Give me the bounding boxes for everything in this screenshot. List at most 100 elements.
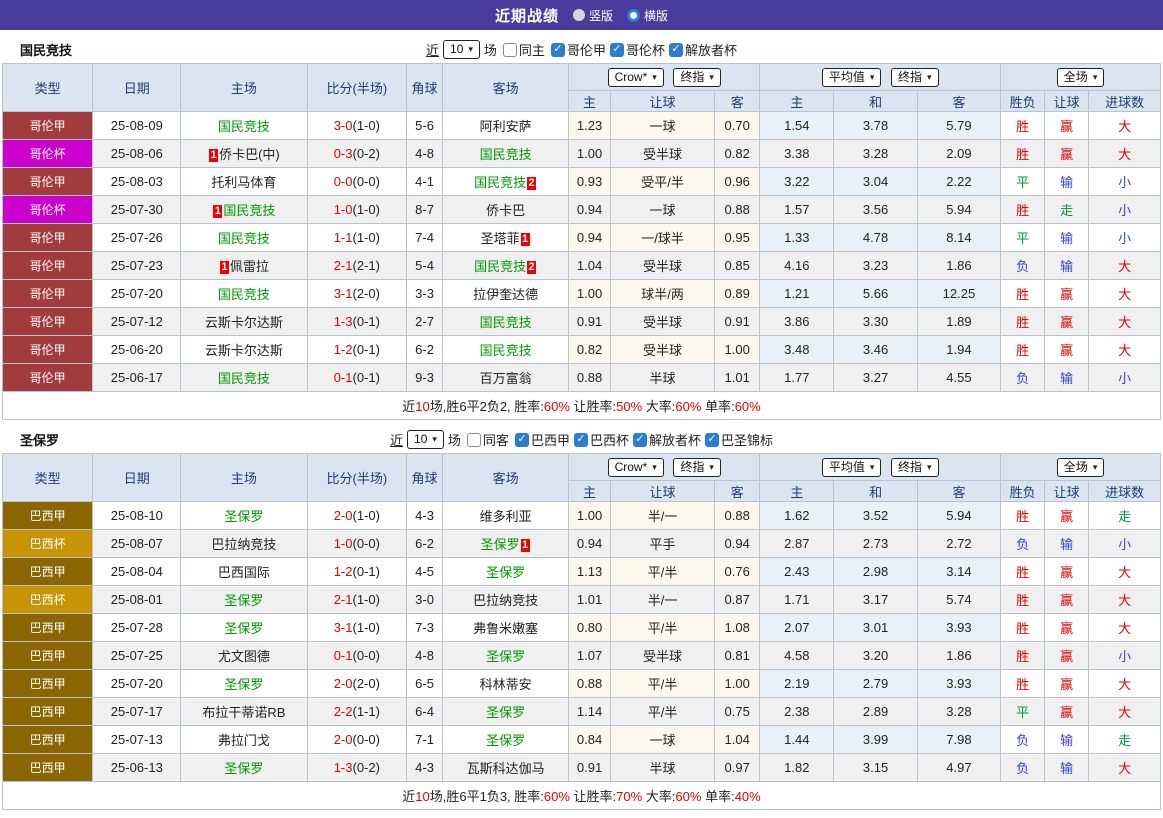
away-team: 国民竞技	[441, 139, 570, 168]
corners: 4-8	[406, 139, 443, 168]
league-checkbox[interactable]: ✓ 解放者杯	[632, 430, 701, 449]
score: 2-0(2-0)	[306, 669, 408, 698]
near-link[interactable]: 近	[426, 40, 439, 59]
radio-icon-vertical[interactable]	[572, 9, 585, 21]
header-group-row: 类型 日期 主场 比分(半场) 角球 客场 Crow* ▾ 终指 ▾ 平均值 ▾ 终指…	[1, 453, 1161, 502]
result-handicap: 输	[1044, 529, 1090, 558]
checkbox-checked-icon[interactable]: ✓	[550, 42, 565, 57]
corners: 3-3	[406, 279, 443, 308]
result-handicap: 赢	[1044, 139, 1090, 168]
section-filterbar: 圣保罗 近 10 ▾ 场 同客 ✓ 巴西甲 ✓ 巴西杯 ✓ 解放者杯 ✓ 巴圣锦标	[0, 426, 1163, 453]
odds-handicap: 半/一	[609, 585, 716, 614]
same-venue-checkbox[interactable]: 同客	[466, 430, 509, 449]
team-label: 百万富翁	[479, 371, 532, 386]
avg-draw: 2.98	[833, 557, 918, 586]
col-date: 日期	[92, 453, 182, 502]
team-label: 圣保罗	[486, 705, 526, 720]
result-winlose: 胜	[1000, 613, 1046, 642]
odds-away: 0.89	[714, 279, 761, 308]
col-avg-draw: 和	[833, 90, 918, 112]
away-team: 科林蒂安	[441, 669, 570, 698]
match-count-select[interactable]: 10 ▾	[443, 40, 480, 59]
same-venue-checkbox[interactable]: 同主	[502, 40, 545, 59]
col-goals: 进球数	[1088, 90, 1161, 112]
col-odds-away: 客	[714, 480, 761, 502]
team-label: 国民竞技	[479, 343, 532, 358]
odds-away: 1.00	[714, 669, 761, 698]
bookmaker-select[interactable]: Crow* ▾	[607, 67, 664, 87]
col-avg-away: 客	[916, 480, 1002, 502]
col-odds-home: 主	[568, 90, 611, 112]
col-corner: 角球	[406, 453, 443, 502]
avg-home: 1.21	[759, 279, 835, 308]
team-label: 圣保罗	[224, 509, 264, 524]
result-goals: 大	[1088, 251, 1161, 280]
final-average-select[interactable]: 终指 ▾	[891, 67, 939, 87]
table-row: 巴西甲 25-07-25 尤文图德 0-1(0-0) 4-8 圣保罗 1.07 …	[1, 641, 1161, 670]
odds-away: 0.94	[714, 529, 761, 558]
result-handicap: 赢	[1044, 111, 1090, 140]
final-average-select[interactable]: 终指 ▾	[891, 457, 939, 477]
league-checkbox[interactable]: ✓ 巴西甲	[514, 430, 570, 449]
checkbox-checked-icon[interactable]: ✓	[514, 432, 529, 447]
col-goals: 进球数	[1088, 480, 1161, 502]
home-team: 圣保罗	[180, 585, 308, 614]
chevron-down-icon: ▾	[869, 461, 875, 472]
checkbox-unchecked-icon[interactable]	[502, 42, 517, 57]
checkbox-checked-icon[interactable]: ✓	[632, 432, 647, 447]
team-label: 弗拉门戈	[217, 733, 270, 748]
match-count-value: 10	[450, 42, 464, 56]
odds-away: 0.81	[714, 641, 761, 670]
result-handicap: 输	[1044, 251, 1090, 280]
corners: 5-4	[406, 251, 443, 280]
checkbox-checked-icon[interactable]: ✓	[704, 432, 719, 447]
odds-home: 0.80	[568, 613, 611, 642]
league-checkbox[interactable]: ✓ 哥伦杯	[609, 40, 665, 59]
league-checkbox[interactable]: ✓ 解放者杯	[668, 40, 737, 59]
away-team: 巴拉纳竞技	[441, 585, 570, 614]
table-row: 巴西杯 25-08-07 巴拉纳竞技 1-0(0-0) 6-2 圣保罗 1 0.9…	[1, 529, 1161, 558]
checkbox-checked-icon[interactable]: ✓	[668, 42, 683, 57]
avg-away: 2.22	[916, 167, 1002, 196]
bookmaker-select[interactable]: Crow* ▾	[607, 457, 664, 477]
avg-home: 2.43	[759, 557, 835, 586]
layout-option-vertical[interactable]: 竖版	[572, 7, 613, 24]
away-team: 维多利亚	[441, 501, 570, 530]
league-badge: 哥伦杯	[1, 195, 94, 224]
score: 1-1(1-0)	[306, 223, 408, 252]
average-select[interactable]: 平均值 ▾	[821, 457, 882, 477]
near-link[interactable]: 近	[390, 430, 403, 449]
result-goals: 大	[1088, 307, 1161, 336]
odds-home: 1.07	[568, 641, 611, 670]
league-badge: 哥伦甲	[1, 111, 94, 140]
final-odds-select[interactable]: 终指 ▾	[673, 67, 721, 87]
odds-away: 0.88	[714, 501, 761, 530]
fulltime-select-value: 全场	[1063, 69, 1088, 84]
average-select[interactable]: 平均值 ▾	[821, 67, 882, 87]
score: 1-2(0-1)	[306, 335, 408, 364]
radio-icon-horizontal[interactable]	[627, 8, 640, 22]
match-date: 25-08-10	[92, 501, 182, 530]
team-label: 国民竞技	[217, 231, 270, 246]
checkbox-unchecked-icon[interactable]	[466, 432, 481, 447]
away-team: 百万富翁	[441, 363, 570, 392]
odds-away: 1.08	[714, 613, 761, 642]
avg-home: 1.77	[759, 363, 835, 392]
fulltime-select[interactable]: 全场 ▾	[1056, 457, 1105, 477]
checkbox-checked-icon[interactable]: ✓	[609, 42, 624, 57]
layout-option-horizontal[interactable]: 横版	[627, 7, 668, 24]
table-row: 巴西甲 25-08-04 巴西国际 1-2(0-1) 4-5 圣保罗 1.13 …	[1, 557, 1161, 586]
match-count-select[interactable]: 10 ▾	[407, 430, 444, 449]
checkbox-checked-icon[interactable]: ✓	[573, 432, 588, 447]
away-team: 国民竞技	[441, 335, 570, 364]
odds-home: 1.23	[568, 111, 611, 140]
league-checkbox[interactable]: ✓ 巴西杯	[573, 430, 629, 449]
chevron-down-icon: ▾	[468, 44, 473, 54]
odds-handicap: 半/一	[609, 501, 716, 530]
league-checkbox[interactable]: ✓ 巴圣锦标	[704, 430, 773, 449]
avg-home: 3.38	[759, 139, 835, 168]
league-checkbox[interactable]: ✓ 哥伦甲	[550, 40, 606, 59]
final-odds-select[interactable]: 终指 ▾	[673, 457, 721, 477]
fulltime-select[interactable]: 全场 ▾	[1056, 67, 1105, 87]
score: 0-1(0-1)	[306, 363, 408, 392]
